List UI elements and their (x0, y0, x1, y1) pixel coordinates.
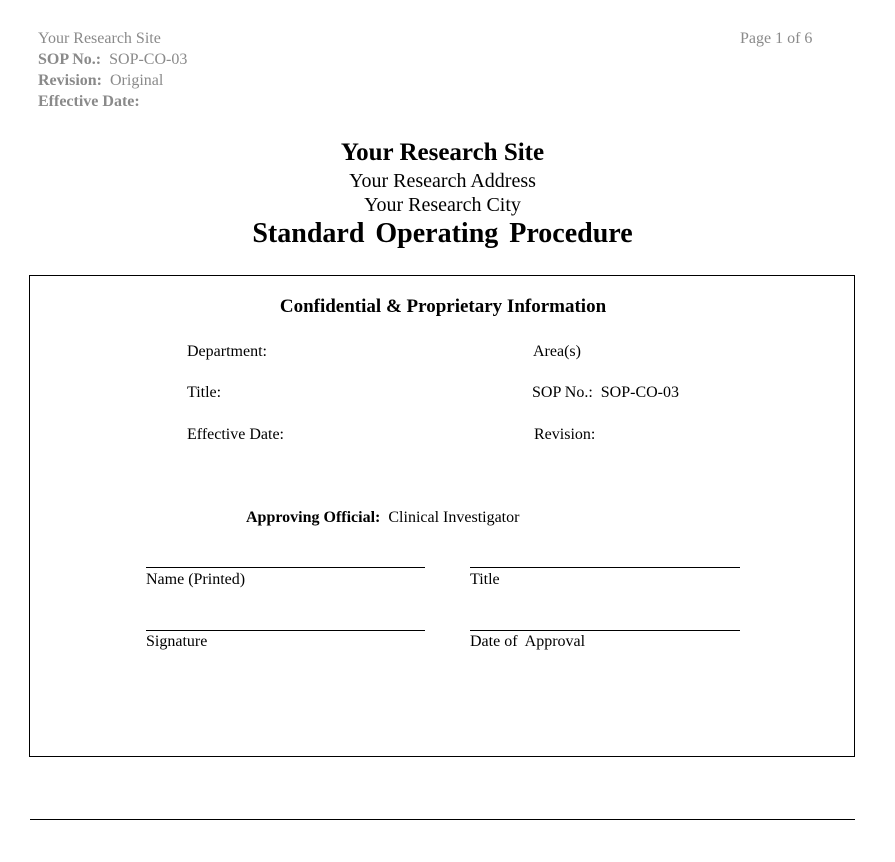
site-name: Your Research Site (340, 139, 545, 166)
title-field-label: Title (470, 571, 500, 588)
header-sop: SOP No.: SOP-CO-03 (38, 49, 187, 70)
document-title: Standard Operating Procedure (252, 218, 633, 249)
running-header: Your Research Site SOP No.: SOP-CO-03 Re… (38, 28, 187, 112)
page-number: Page 1 of 6 (740, 30, 813, 47)
header-site: Your Research Site (38, 30, 161, 47)
approving-official-value: Clinical Investigator (388, 509, 520, 526)
header-sop-value: SOP-CO-03 (109, 51, 188, 68)
header-revision-label: Revision: (38, 72, 102, 89)
site-city: Your Research City (364, 194, 521, 216)
name-signature-line (146, 567, 425, 568)
approval-box: Confidential & Proprietary Information D… (29, 275, 855, 757)
title-label: Title: (187, 384, 222, 401)
approving-official: Approving Official: Clinical Investigato… (246, 509, 519, 527)
sop-number-field: SOP No.: SOP-CO-03 (532, 384, 679, 401)
department-label: Department: (187, 343, 267, 360)
header-effective-label: Effective Date: (38, 93, 140, 110)
revision-label: Revision: (534, 426, 596, 443)
date-signature-line (470, 630, 740, 631)
signature-label: Signature (146, 633, 208, 650)
header-sop-label: SOP No.: (38, 51, 102, 68)
name-printed-label: Name (Printed) (146, 571, 246, 588)
approving-official-label: Approving Official: (246, 509, 381, 526)
confidential-heading: Confidential & Proprietary Information (279, 296, 607, 317)
site-address: Your Research Address (349, 170, 536, 192)
header-revision-value: Original (110, 72, 164, 89)
header-revision: Revision: Original (38, 70, 187, 91)
date-of-approval-label: Date of Approval (470, 633, 586, 650)
effective-date-label: Effective Date: (187, 426, 284, 443)
areas-label: Area(s) (533, 343, 581, 360)
title-signature-line (470, 567, 740, 568)
signature-line (146, 630, 425, 631)
footer-rule (30, 819, 855, 820)
